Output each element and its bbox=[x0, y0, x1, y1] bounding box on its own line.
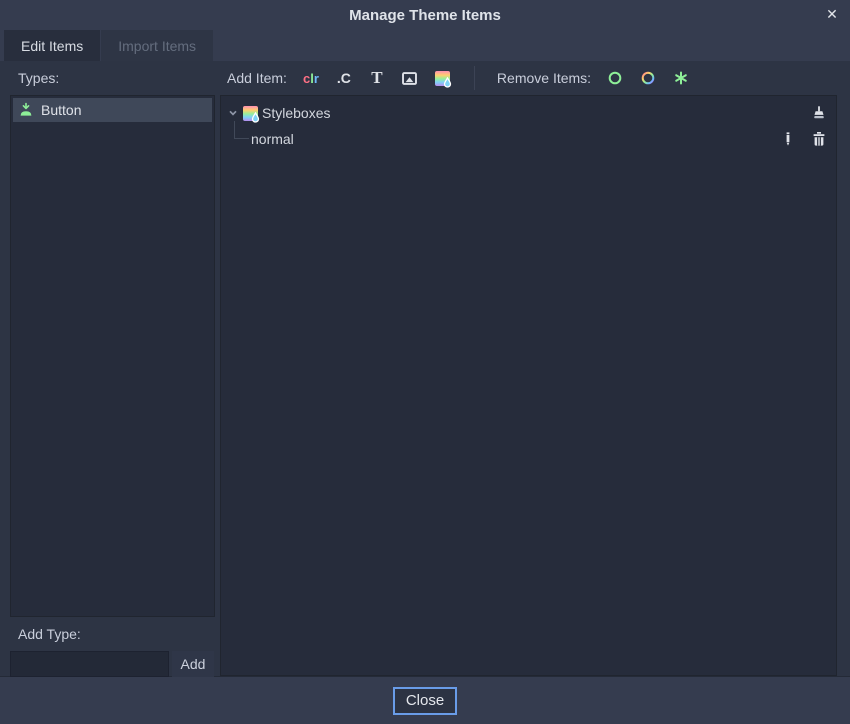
tree-guide-line bbox=[234, 121, 249, 139]
type-item-label: Button bbox=[41, 102, 81, 118]
constant-item-icon: .C bbox=[337, 70, 351, 86]
tree-row-normal[interactable]: normal bbox=[221, 126, 836, 152]
stylebox-icon bbox=[243, 106, 258, 121]
remove-items-label: Remove Items: bbox=[497, 70, 591, 86]
remove-all-items-button[interactable] bbox=[672, 69, 690, 87]
add-type-label: Add Type: bbox=[18, 626, 81, 642]
toolbar-separator bbox=[474, 66, 475, 90]
type-item-button[interactable]: Button bbox=[13, 98, 212, 122]
image-icon bbox=[401, 70, 418, 87]
color-item-icon: clr bbox=[303, 71, 319, 86]
delete-item-button[interactable] bbox=[810, 130, 828, 148]
add-font-item-button[interactable]: T bbox=[368, 69, 386, 87]
pencil-icon bbox=[783, 131, 793, 147]
add-type-input[interactable] bbox=[10, 651, 169, 677]
item-toolbar: Add Item: clr .C T bbox=[227, 61, 690, 95]
remove-all-items-icon bbox=[673, 70, 689, 86]
tree-root-label: Styleboxes bbox=[262, 105, 330, 121]
add-constant-item-button[interactable]: .C bbox=[335, 69, 353, 87]
types-list: Button bbox=[10, 95, 215, 617]
tree-child-label: normal bbox=[251, 131, 294, 147]
button-node-icon bbox=[18, 102, 34, 118]
add-color-item-button[interactable]: clr bbox=[302, 69, 320, 87]
remove-custom-items-icon bbox=[640, 70, 656, 86]
chevron-down-icon[interactable] bbox=[227, 107, 239, 119]
dialog-footer: Close bbox=[0, 677, 850, 724]
tab-edit-items[interactable]: Edit Items bbox=[4, 30, 100, 61]
add-item-label: Add Item: bbox=[227, 70, 287, 86]
close-icon[interactable]: ✕ bbox=[821, 3, 843, 25]
edit-items-panel: Types: Add Item: clr .C T bbox=[0, 61, 850, 677]
add-icon-item-button[interactable] bbox=[401, 69, 419, 87]
font-item-icon: T bbox=[371, 68, 382, 88]
color-letter-r: r bbox=[314, 71, 319, 86]
override-all-button[interactable] bbox=[810, 104, 828, 122]
dialog-title: Manage Theme Items bbox=[349, 7, 501, 24]
theme-items-tree: Styleboxes normal bbox=[220, 95, 837, 676]
add-stylebox-item-button[interactable] bbox=[434, 69, 452, 87]
remove-class-items-icon bbox=[607, 70, 623, 86]
stylebox-item-icon bbox=[435, 71, 450, 86]
tab-bar: Edit Items Import Items bbox=[4, 30, 213, 61]
remove-custom-items-button[interactable] bbox=[639, 69, 657, 87]
remove-class-items-button[interactable] bbox=[606, 69, 624, 87]
tab-import-items[interactable]: Import Items bbox=[101, 30, 213, 61]
titlebar: Manage Theme Items ✕ bbox=[0, 0, 850, 30]
types-label: Types: bbox=[18, 61, 59, 95]
add-type-button[interactable]: Add bbox=[172, 651, 214, 677]
rename-item-button[interactable] bbox=[779, 130, 797, 148]
manage-theme-items-dialog: Manage Theme Items ✕ Edit Items Import I… bbox=[0, 0, 850, 724]
brush-icon bbox=[811, 105, 827, 121]
tree-row-styleboxes[interactable]: Styleboxes bbox=[221, 100, 836, 126]
trash-icon bbox=[811, 131, 827, 147]
close-button[interactable]: Close bbox=[393, 687, 457, 715]
